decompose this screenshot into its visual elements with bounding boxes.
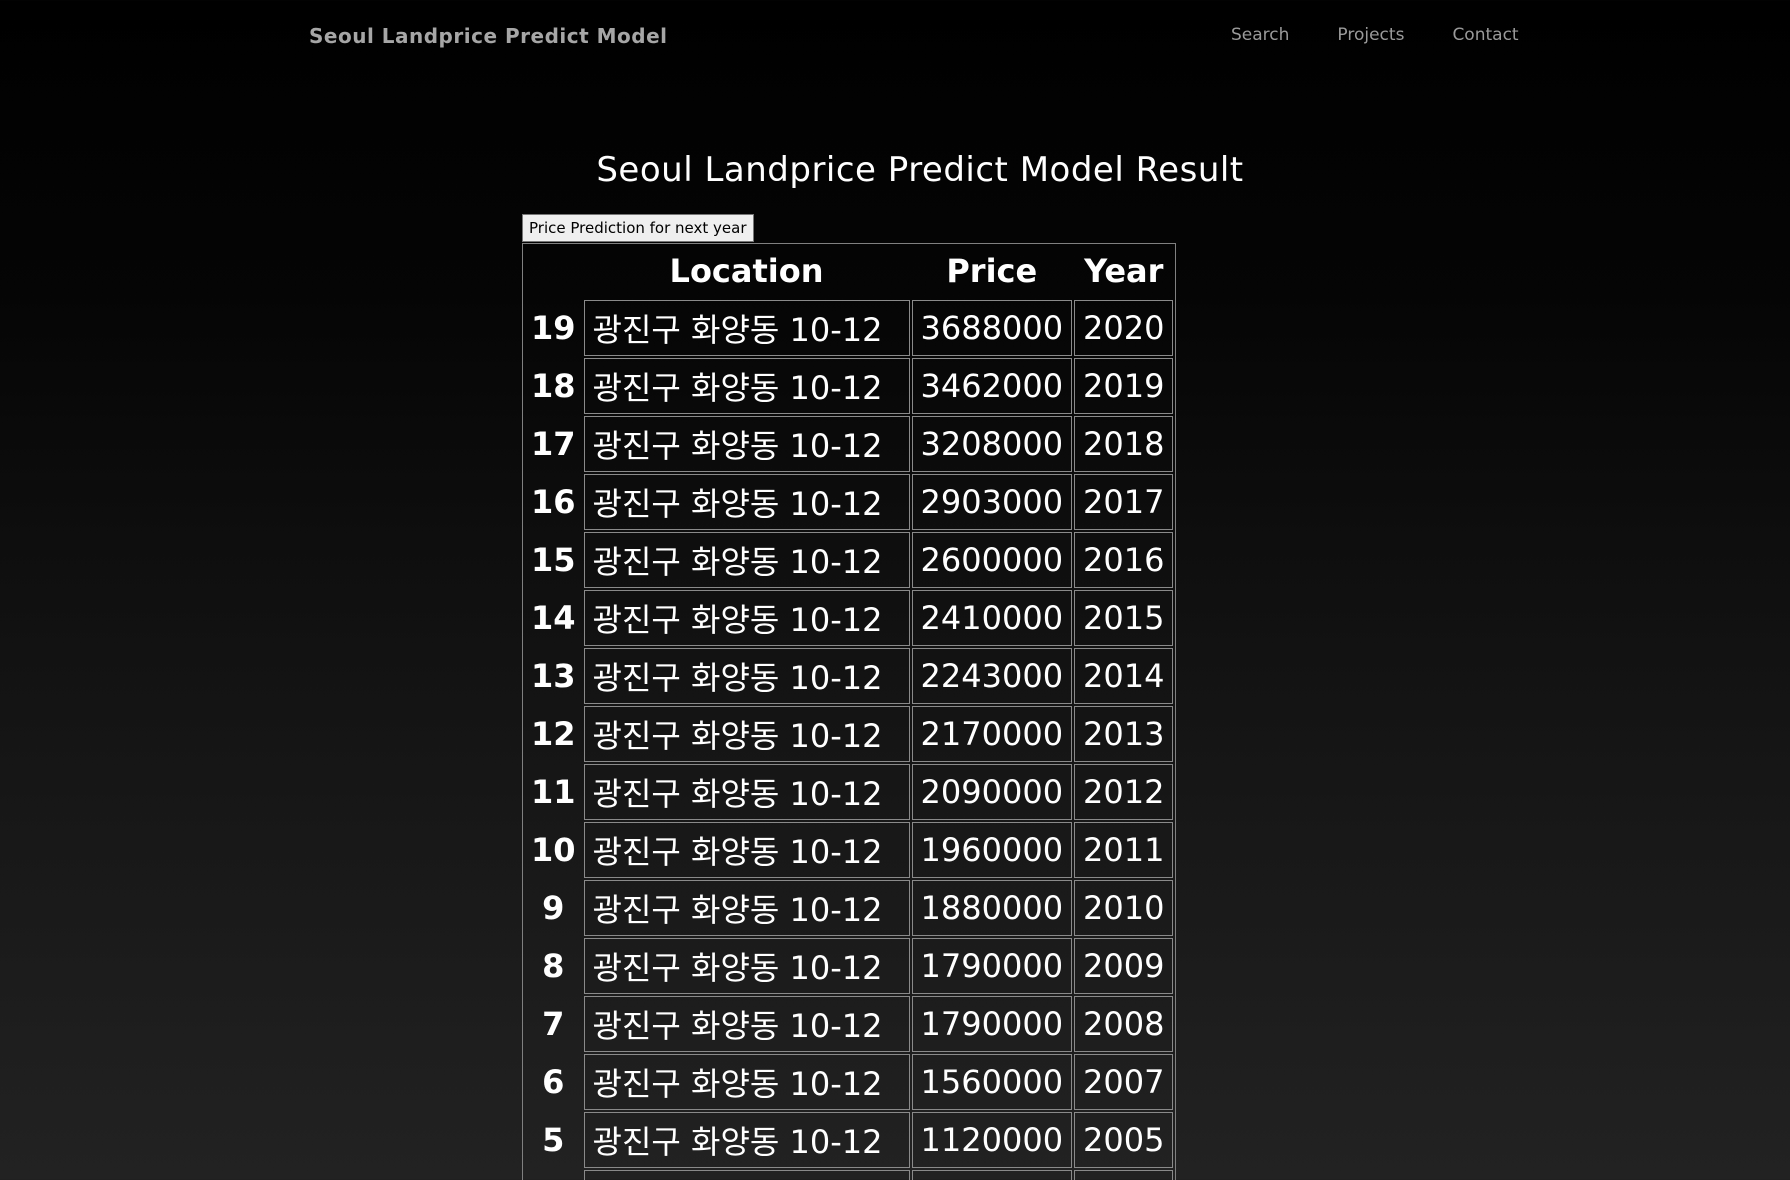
table-row: 12 광진구 화양동 10-12 2170000 2013 — [525, 706, 1174, 762]
price-cell: 1960000 — [911, 822, 1073, 878]
row-index: 16 — [531, 483, 576, 521]
nav-link-search[interactable]: Search — [1231, 25, 1289, 45]
index-header — [525, 246, 582, 298]
price-cell: 3688000 — [911, 300, 1073, 356]
year-cell: 2013 — [1074, 706, 1174, 762]
price-cell: 1790000 — [911, 996, 1073, 1052]
price-cell: 1040000 — [911, 1170, 1073, 1180]
nav-links: Search Projects Contact — [1231, 25, 1519, 45]
row-index: 7 — [542, 1005, 565, 1043]
location-cell: 광진구 화양동 10-12 — [583, 938, 910, 994]
row-index: 18 — [531, 367, 576, 405]
table-row: 15 광진구 화양동 10-12 2600000 2016 — [525, 532, 1174, 588]
year-cell: 2016 — [1074, 532, 1174, 588]
year-cell: 2012 — [1074, 764, 1174, 820]
location-cell: 광진구 화양동 10-12 — [583, 474, 910, 530]
nav-link-contact[interactable]: Contact — [1452, 25, 1518, 45]
table-row: 13 광진구 화양동 10-12 2243000 2014 — [525, 648, 1174, 704]
table-row: 14 광진구 화양동 10-12 2410000 2015 — [525, 590, 1174, 646]
year-cell: 2015 — [1074, 590, 1174, 646]
price-cell: 1120000 — [911, 1112, 1073, 1168]
location-cell: 광진구 화양동 10-12 — [583, 996, 910, 1052]
location-cell: 광진구 화양동 10-12 — [583, 880, 910, 936]
table-row: 17 광진구 화양동 10-12 3208000 2018 — [525, 416, 1174, 472]
row-index: 4 — [525, 1170, 582, 1180]
row-index: 11 — [531, 773, 576, 811]
table-row: 4광진구 화양동 10-1210400002004 — [525, 1170, 1174, 1180]
table-row: 19 광진구 화양동 10-12 3688000 2020 — [525, 300, 1174, 356]
brand-link[interactable]: Seoul Landprice Predict Model — [309, 24, 668, 48]
price-cell: 2090000 — [911, 764, 1073, 820]
location-cell: 광진구 화양동 10-12 — [583, 1054, 910, 1110]
nav-link-projects[interactable]: Projects — [1337, 25, 1404, 45]
year-cell: 2020 — [1074, 300, 1174, 356]
year-cell: 2010 — [1074, 880, 1174, 936]
price-header: Price — [946, 252, 1038, 290]
row-index: 14 — [531, 599, 576, 637]
location-cell: 광진구 화양동 10-12 — [583, 648, 910, 704]
row-index: 5 — [542, 1121, 565, 1159]
location-header: Location — [669, 252, 824, 290]
table-row: 16 광진구 화양동 10-12 2903000 2017 — [525, 474, 1174, 530]
year-header: Year — [1084, 252, 1164, 290]
table-row: 10 광진구 화양동 10-12 1960000 2011 — [525, 822, 1174, 878]
location-cell: 광진구 화양동 10-12 — [583, 706, 910, 762]
result-table-container: Location Price Year 19 광진구 화양동 10-12 36880… — [522, 243, 1177, 1180]
location-cell: 광진구 화양동 10-12 — [583, 1170, 910, 1180]
price-cell: 2170000 — [911, 706, 1073, 762]
price-cell: 1560000 — [911, 1054, 1073, 1110]
location-cell: 광진구 화양동 10-12 — [583, 532, 910, 588]
row-index: 9 — [542, 889, 565, 927]
table-row: 18 광진구 화양동 10-12 3462000 2019 — [525, 358, 1174, 414]
location-cell: 광진구 화양동 10-12 — [583, 416, 910, 472]
row-index: 12 — [531, 715, 576, 753]
location-cell: 광진구 화양동 10-12 — [583, 822, 910, 878]
price-cell: 2903000 — [911, 474, 1073, 530]
location-cell: 광진구 화양동 10-12 — [583, 1112, 910, 1168]
price-cell: 2410000 — [911, 590, 1073, 646]
price-cell: 1880000 — [911, 880, 1073, 936]
price-prediction-button[interactable]: Price Prediction for next year — [522, 214, 754, 242]
year-cell: 2011 — [1074, 822, 1174, 878]
year-cell: 2004 — [1074, 1170, 1174, 1180]
row-index: 6 — [542, 1063, 565, 1101]
table-row: 8 광진구 화양동 10-12 1790000 2009 — [525, 938, 1174, 994]
page-title: Seoul Landprice Predict Model Result — [596, 150, 1244, 190]
row-index: 17 — [531, 425, 576, 463]
location-cell: 광진구 화양동 10-12 — [583, 590, 910, 646]
row-index: 15 — [531, 541, 576, 579]
row-index: 10 — [531, 831, 576, 869]
price-cell: 3462000 — [911, 358, 1073, 414]
year-cell: 2007 — [1074, 1054, 1174, 1110]
result-table: Location Price Year 19 광진구 화양동 10-12 36880… — [522, 243, 1177, 1180]
location-cell: 광진구 화양동 10-12 — [583, 764, 910, 820]
table-row: 6 광진구 화양동 10-12 1560000 2007 — [525, 1054, 1174, 1110]
year-cell: 2018 — [1074, 416, 1174, 472]
row-index: 19 — [531, 309, 576, 347]
table-row: 7 광진구 화양동 10-12 1790000 2008 — [525, 996, 1174, 1052]
year-cell: 2005 — [1074, 1112, 1174, 1168]
row-index: 8 — [542, 947, 565, 985]
location-cell: 광진구 화양동 10-12 — [583, 358, 910, 414]
price-cell: 3208000 — [911, 416, 1073, 472]
price-cell: 2243000 — [911, 648, 1073, 704]
table-body: 19 광진구 화양동 10-12 3688000 2020 18 광진구 화양동 10-1… — [525, 300, 1174, 1180]
table-row: 5 광진구 화양동 10-12 1120000 2005 — [525, 1112, 1174, 1168]
year-cell: 2008 — [1074, 996, 1174, 1052]
year-cell: 2017 — [1074, 474, 1174, 530]
year-cell: 2014 — [1074, 648, 1174, 704]
location-cell: 광진구 화양동 10-12 — [583, 300, 910, 356]
table-row: 9 광진구 화양동 10-12 1880000 2010 — [525, 880, 1174, 936]
year-cell: 2009 — [1074, 938, 1174, 994]
row-index: 13 — [531, 657, 576, 695]
price-cell: 1790000 — [911, 938, 1073, 994]
year-cell: 2019 — [1074, 358, 1174, 414]
price-cell: 2600000 — [911, 532, 1073, 588]
table-header-row: Location Price Year — [525, 246, 1173, 298]
navbar: Seoul Landprice Predict Model Search Pro… — [0, 0, 1790, 72]
table-row: 11 광진구 화양동 10-12 2090000 2012 — [525, 764, 1174, 820]
